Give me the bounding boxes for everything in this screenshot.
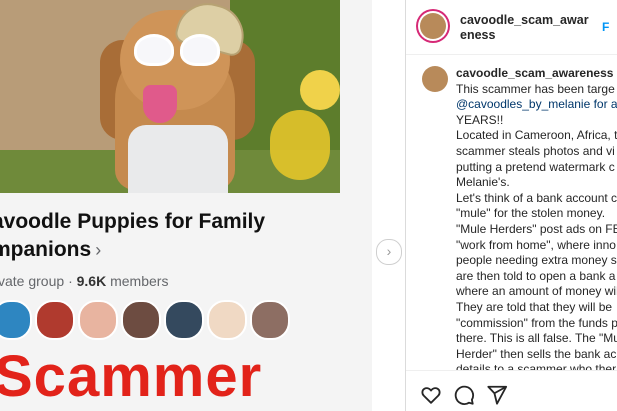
member-avatars <box>0 300 293 340</box>
group-meta: vate group · 9.6K members <box>0 273 168 289</box>
follow-button[interactable]: F <box>602 20 609 34</box>
caption-line: Located in Cameroon, Africa, t <box>456 128 617 143</box>
caption-line: Let's think of a bank account c <box>456 190 617 205</box>
caption: cavoodle_scam_awareness This scammer has… <box>456 66 617 378</box>
group-title-line1: avoodle Puppies for Family <box>0 210 266 233</box>
caption-line: "Mule Herders" post ads on FB <box>456 221 617 236</box>
chevron-right-icon: › <box>95 240 102 260</box>
privacy-label: vate group <box>0 273 65 289</box>
caption-line: where an amount of money wil <box>456 284 617 299</box>
post-header: cavoodle_scam_awareness F <box>406 0 617 55</box>
scammer-overlay-text: Scammer <box>0 344 263 409</box>
caption-line: YEARS!! <box>456 112 504 127</box>
group-title-line2: mpanions <box>0 238 92 261</box>
story-ring[interactable] <box>416 9 450 43</box>
caption-line: scammer steals photos and vi <box>456 143 615 158</box>
caption-line: Melanie's. <box>456 175 510 190</box>
group-title[interactable]: avoodle Puppies for Family mpanions › <box>0 208 322 264</box>
avatar <box>0 300 32 340</box>
caption-line: They are told that they will be <box>456 299 613 314</box>
caption-line: people needing extra money s <box>456 253 617 268</box>
avatar <box>35 300 75 340</box>
post-actions <box>406 370 617 411</box>
caption-line: This scammer has been targe <box>456 81 615 96</box>
heart-icon[interactable] <box>420 384 442 406</box>
header-username-link[interactable]: cavoodle_scam_awareness <box>460 13 592 43</box>
members-label: members <box>110 273 169 289</box>
avatar <box>121 300 161 340</box>
avatar <box>250 300 290 340</box>
caption-avatar[interactable] <box>422 66 448 92</box>
avatar <box>207 300 247 340</box>
post-side-panel: cavoodle_scam_awareness F cavoodle_scam_… <box>405 0 617 411</box>
post-media: avoodle Puppies for Family mpanions › vat… <box>0 0 372 411</box>
caption-line: are then told to open a bank a <box>456 268 616 283</box>
avatar <box>164 300 204 340</box>
caption-line: "mule" for the stolen money. <box>456 206 606 221</box>
separator: · <box>68 273 73 289</box>
caption-line: "work from home", where inno <box>456 237 616 252</box>
caption-line: putting a pretend watermark c <box>456 159 615 174</box>
caption-line: Herder" then sells the bank ac <box>456 346 617 361</box>
members-count: 9.6K <box>76 273 107 289</box>
send-icon[interactable] <box>486 384 508 406</box>
avatar <box>78 300 118 340</box>
avatar <box>420 13 446 39</box>
next-image-button[interactable]: › <box>376 239 402 265</box>
caption-mention-link[interactable]: @cavoodles_by_melanie for al <box>456 97 617 113</box>
dog-photo <box>0 0 340 193</box>
caption-line: there. This is all false. The "Mu <box>456 331 617 346</box>
caption-line: "commission" from the funds p <box>456 315 617 330</box>
caption-username-link[interactable]: cavoodle_scam_awareness <box>456 66 617 82</box>
comment-icon[interactable] <box>453 384 475 406</box>
